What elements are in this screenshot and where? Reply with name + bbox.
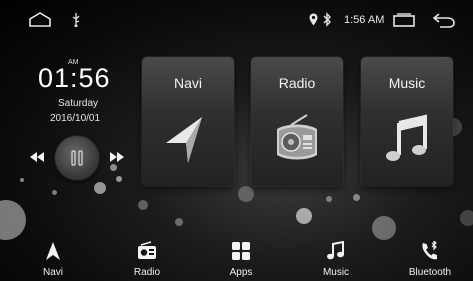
navigation-arrow-icon: [46, 242, 60, 260]
previous-icon[interactable]: [30, 152, 44, 162]
dock-label: Navi: [42, 267, 63, 278]
tile-label: Radio: [278, 75, 316, 91]
recent-apps-icon[interactable]: [393, 13, 415, 27]
tile-label: Music: [388, 75, 426, 91]
bokeh-dot: [296, 208, 312, 224]
bokeh-dot: [52, 190, 57, 195]
navigation-arrow-icon: [166, 117, 202, 163]
bokeh-dot: [353, 194, 360, 201]
play-pause-button[interactable]: [55, 136, 99, 180]
bottom-dock: Navi Radio Apps Music Bluetooth: [0, 230, 473, 281]
dock-item-apps[interactable]: Apps: [201, 230, 281, 281]
dock-item-navi[interactable]: Navi: [13, 230, 93, 281]
tile-label: Navi: [173, 75, 202, 91]
bokeh-dot: [238, 186, 254, 202]
tile-radio[interactable]: Radio: [251, 57, 343, 186]
status-bar: 1:56 AM: [0, 0, 473, 40]
apps-grid-icon: [232, 242, 250, 260]
home-icon[interactable]: [28, 12, 52, 28]
bokeh-dot: [20, 178, 24, 182]
clock-day: Saturday: [58, 98, 99, 109]
radio-icon: [138, 241, 156, 259]
usb-icon: [72, 13, 80, 27]
music-note-icon: [386, 114, 427, 161]
status-clock: 1:56 AM: [344, 14, 385, 26]
back-icon[interactable]: [432, 12, 456, 28]
play-pause-icon: [71, 150, 83, 166]
tile-music[interactable]: Music: [361, 57, 453, 186]
bokeh-dot: [326, 196, 332, 202]
bokeh-dot: [175, 218, 183, 226]
music-note-icon: [327, 241, 344, 260]
bokeh-dot: [94, 182, 106, 194]
dock-item-bluetooth[interactable]: Bluetooth: [390, 230, 470, 281]
dock-label: Radio: [133, 267, 161, 278]
bokeh-dot: [110, 164, 117, 171]
home-screen: 1:56 AM AM 01:56 Saturday 2016/10/01 Nav…: [0, 0, 473, 281]
bokeh-dot: [138, 200, 148, 210]
bokeh-dot: [116, 176, 122, 182]
dock-item-radio[interactable]: Radio: [107, 230, 187, 281]
dock-label: Music: [322, 267, 350, 278]
dock-item-music[interactable]: Music: [296, 230, 376, 281]
bluetooth-phone-icon: [422, 241, 437, 260]
clock-time: 01:56: [38, 63, 111, 93]
dock-label: Apps: [229, 267, 253, 278]
tile-navi[interactable]: Navi: [142, 57, 234, 186]
radio-icon: [277, 114, 317, 160]
bokeh-dot: [460, 210, 473, 226]
location-icon: [309, 13, 318, 26]
next-icon[interactable]: [110, 152, 124, 162]
dock-label: Bluetooth: [408, 267, 452, 278]
clock-date: 2016/10/01: [50, 113, 101, 124]
bluetooth-icon: [323, 12, 331, 27]
